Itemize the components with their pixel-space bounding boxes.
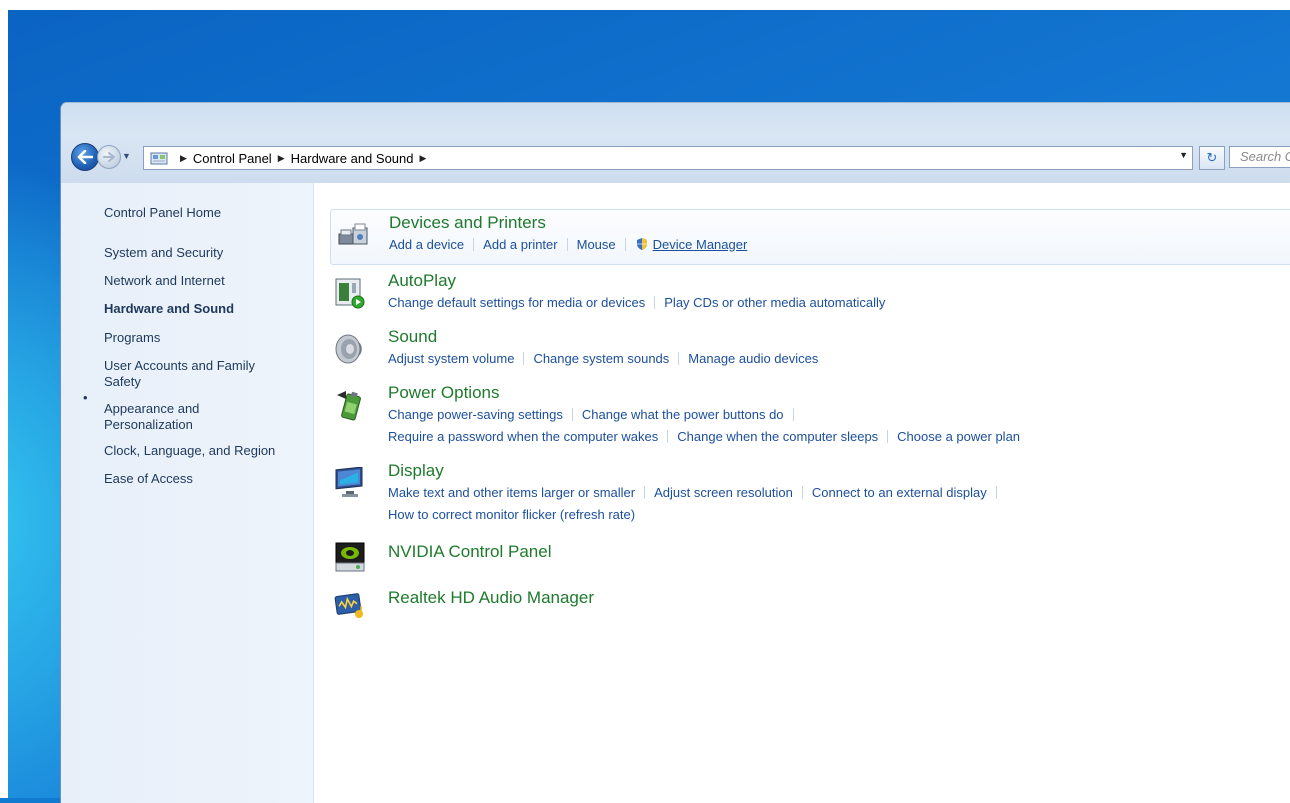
category-links-row-2: How to correct monitor flicker (refresh … (388, 507, 635, 522)
link-change-system-sounds[interactable]: Change system sounds (533, 351, 669, 366)
sidebar-item-hardware-and-sound[interactable]: Hardware and Sound (104, 301, 234, 317)
category-title[interactable]: Power Options (388, 383, 500, 403)
category-title[interactable]: Display (388, 461, 444, 481)
sidebar-item-user-accounts[interactable]: User Accounts and Family Safety (104, 358, 284, 390)
link-mouse[interactable]: Mouse (577, 237, 616, 252)
category-title[interactable]: Devices and Printers (389, 213, 546, 233)
recent-pages-dropdown-icon[interactable]: ▼ (122, 151, 131, 161)
forward-button[interactable] (97, 145, 121, 169)
link-divider (667, 430, 669, 443)
link-play-cds-automatically[interactable]: Play CDs or other media automatically (664, 295, 885, 310)
link-adjust-system-volume[interactable]: Adjust system volume (388, 351, 514, 366)
link-adjust-screen-resolution[interactable]: Adjust screen resolution (654, 485, 793, 500)
link-add-a-device[interactable]: Add a device (389, 237, 464, 252)
link-add-a-printer[interactable]: Add a printer (483, 237, 557, 252)
link-divider (792, 408, 794, 421)
category-display: Display Make text and other items larger… (330, 459, 1290, 531)
sidebar-item-system-and-security[interactable]: System and Security (104, 245, 223, 261)
link-divider (644, 486, 646, 499)
main-content: Devices and Printers Add a device Add a p… (314, 183, 1290, 803)
category-nvidia-control-panel: NVIDIA Control Panel (330, 537, 1290, 581)
link-divider (473, 238, 475, 251)
link-divider (624, 238, 626, 251)
link-change-default-settings[interactable]: Change default settings for media or dev… (388, 295, 645, 310)
link-divider (571, 408, 573, 421)
link-divider (566, 238, 568, 251)
link-change-power-saving-settings[interactable]: Change power-saving settings (388, 407, 563, 422)
category-links: Change power-saving settings Change what … (388, 407, 803, 422)
forward-arrow-icon (103, 152, 115, 162)
address-dropdown-icon[interactable]: ▼ (1179, 150, 1188, 160)
current-section-bullet-icon: • (83, 390, 88, 405)
control-panel-window: ▼ ▶ Control Panel ▶ Hardware and Sound ▶… (60, 102, 1290, 803)
screen-left-edge (0, 0, 8, 798)
control-panel-icon (150, 152, 168, 165)
back-button[interactable] (71, 143, 99, 171)
search-input[interactable]: Search C (1229, 146, 1290, 168)
category-realtek-hd-audio-manager: Realtek HD Audio Manager (330, 585, 1290, 625)
breadcrumb-separator-icon[interactable]: ▶ (180, 153, 187, 164)
screen-top-edge (0, 0, 1290, 10)
breadcrumb-control-panel[interactable]: Control Panel (193, 151, 272, 166)
link-change-sleep-time[interactable]: Change when the computer sleeps (677, 429, 878, 444)
link-divider (678, 352, 680, 365)
category-autoplay: AutoPlay Change default settings for med… (330, 269, 1290, 319)
link-correct-monitor-flicker[interactable]: How to correct monitor flicker (refresh … (388, 507, 635, 522)
sidebar-item-clock-language-region[interactable]: Clock, Language, and Region (104, 443, 275, 459)
link-divider (887, 430, 889, 443)
back-arrow-icon (77, 150, 93, 164)
category-sound: Sound Adjust system volume Change system … (330, 325, 1290, 375)
nvidia-icon (335, 542, 365, 572)
uac-shield-icon (636, 238, 647, 250)
link-connect-external-display[interactable]: Connect to an external display (812, 485, 987, 500)
breadcrumb-separator-icon[interactable]: ▶ (278, 153, 285, 164)
breadcrumb-hardware-and-sound[interactable]: Hardware and Sound (291, 151, 414, 166)
sidebar-item-appearance[interactable]: Appearance and Personalization (104, 401, 234, 433)
category-power-options: Power Options Change power-saving settin… (330, 381, 1290, 453)
category-links: Add a device Add a printer Mouse Device Man… (389, 237, 747, 252)
monitor-icon (335, 467, 363, 497)
sidebar-item-ease-of-access[interactable]: Ease of Access (104, 471, 193, 487)
link-device-manager[interactable]: Device Manager (653, 237, 748, 252)
address-bar[interactable]: ▶ Control Panel ▶ Hardware and Sound ▶ ▼ (143, 146, 1193, 170)
sidebar-control-panel-home[interactable]: Control Panel Home (104, 205, 221, 220)
realtek-icon (334, 593, 363, 618)
link-divider (654, 296, 656, 309)
sidebar: Control Panel Home System and Security N… (61, 183, 314, 803)
link-manage-audio-devices[interactable]: Manage audio devices (688, 351, 818, 366)
refresh-icon: ↻ (1206, 150, 1218, 165)
link-change-power-buttons[interactable]: Change what the power buttons do (582, 407, 784, 422)
category-links: Adjust system volume Change system sounds… (388, 351, 818, 366)
category-title[interactable]: Realtek HD Audio Manager (388, 588, 594, 608)
category-title[interactable]: AutoPlay (388, 271, 456, 291)
speaker-icon (335, 334, 362, 364)
battery-icon (337, 391, 361, 421)
sidebar-item-programs[interactable]: Programs (104, 330, 160, 346)
link-choose-power-plan[interactable]: Choose a power plan (897, 429, 1020, 444)
category-title[interactable]: Sound (388, 327, 437, 347)
link-require-password-on-wake[interactable]: Require a password when the computer wak… (388, 429, 658, 444)
link-divider (523, 352, 525, 365)
refresh-button[interactable]: ↻ (1199, 146, 1225, 170)
window-title-area: ▼ ▶ Control Panel ▶ Hardware and Sound ▶… (61, 103, 1290, 183)
category-links-row-2: Require a password when the computer wak… (388, 429, 1020, 444)
breadcrumb-separator-icon[interactable]: ▶ (419, 153, 426, 164)
category-links: Change default settings for media or dev… (388, 295, 885, 310)
category-title[interactable]: NVIDIA Control Panel (388, 542, 551, 562)
sidebar-item-network-and-internet[interactable]: Network and Internet (104, 273, 225, 289)
autoplay-icon (335, 278, 365, 309)
category-devices-and-printers: Devices and Printers Add a device Add a p… (330, 209, 1290, 265)
link-divider (801, 486, 803, 499)
printer-icon (338, 223, 368, 245)
category-links: Make text and other items larger or smal… (388, 485, 1006, 500)
link-divider (995, 486, 997, 499)
link-make-text-larger[interactable]: Make text and other items larger or smal… (388, 485, 635, 500)
